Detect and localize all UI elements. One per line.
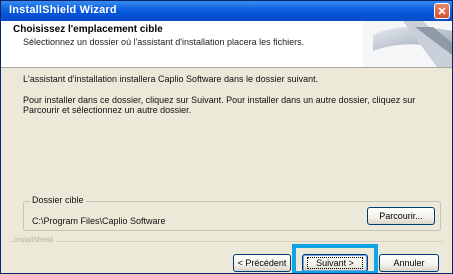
title-bar[interactable]: InstallShield Wizard (1, 1, 452, 21)
window-title: InstallShield Wizard (9, 4, 117, 16)
close-button[interactable] (434, 3, 450, 19)
page-subtitle: Sélectionnez un dossier où l'assistant d… (23, 37, 305, 47)
instructions-text: Pour installer dans ce dossier, cliquez … (23, 95, 416, 115)
destination-folder-path: C:\Program Files\Caplio Software (32, 216, 166, 226)
installshield-brand-label: InstallShield (15, 237, 56, 244)
back-button[interactable]: < Précédent (233, 254, 291, 272)
page-title: Choisissez l'emplacement cible (13, 24, 163, 35)
browse-button[interactable]: Parcourir... (367, 207, 435, 225)
intro-text: L'assistant d'installation installera Ca… (23, 74, 319, 84)
destination-folder-legend: Dossier cible (30, 195, 86, 205)
installshield-banner-graphic (363, 21, 452, 67)
wizard-header: Choisissez l'emplacement cible Sélection… (1, 21, 452, 68)
close-icon (438, 7, 446, 15)
next-button-highlight (292, 244, 378, 273)
cancel-button[interactable]: Annuler (379, 254, 439, 272)
installshield-wizard-window: InstallShield Wizard Choisissez l'emplac… (0, 0, 453, 274)
footer-separator (11, 241, 443, 242)
